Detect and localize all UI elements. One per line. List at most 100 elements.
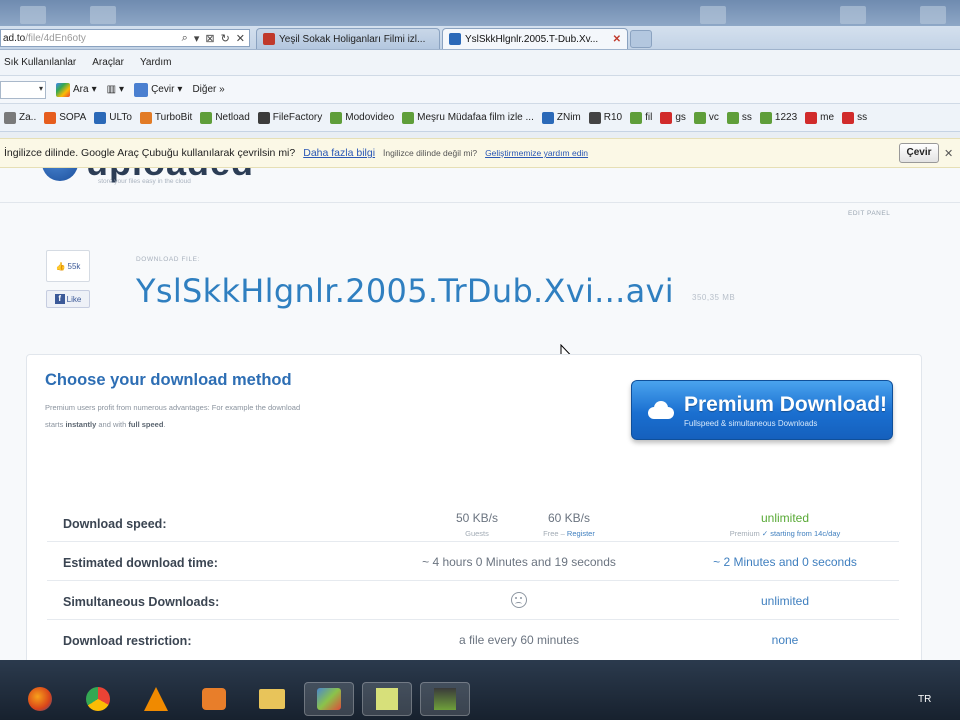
bookmark-favicon-icon (257, 111, 270, 124)
premium-simultaneous: unlimited (760, 594, 810, 608)
bookmark-label: gs (675, 112, 686, 123)
close-tab-icon[interactable]: ✕ (613, 34, 621, 45)
taskbar-notes[interactable] (362, 682, 412, 716)
compat-icon[interactable]: ⊠ (205, 32, 214, 45)
bookmark-label: vc (708, 112, 719, 123)
taskbar: TR (0, 660, 960, 720)
free-simultaneous (511, 592, 527, 611)
bookmark-favicon-icon (842, 111, 855, 124)
address-url-path: /file/4dEn6oty (25, 32, 86, 44)
bookmark-item[interactable]: gs (660, 111, 686, 124)
address-tab-row: ad.to /file/4dEn6oty ⌕ ▾ ⊠ ↻ ✕ Yeşil Sok… (0, 26, 960, 50)
premium-price-link[interactable]: ✓ starting from 14c/day (762, 529, 840, 538)
chevron-down-icon[interactable]: ▾ (39, 84, 43, 93)
chevron-down-icon[interactable]: ▾ (92, 84, 97, 95)
bookmark-favicon-icon (200, 111, 213, 124)
bookmark-item[interactable]: ss (726, 111, 752, 124)
refresh-icon[interactable]: ↻ (221, 32, 230, 45)
google-search-input[interactable]: ▾ (0, 80, 46, 99)
search-icon[interactable]: ⌕ (182, 32, 188, 45)
bookmark-item[interactable]: 1223 (759, 111, 797, 124)
bookmark-item[interactable]: TurboBit (139, 111, 192, 124)
bookmark-item[interactable]: Za.. (4, 111, 36, 124)
taskbar-app[interactable] (304, 682, 354, 716)
close-icon[interactable]: ✕ (944, 147, 953, 160)
taskbar-vlc[interactable] (136, 682, 176, 716)
file-name: YslSkkHlgnlr.2005.TrDub.Xvi...avi (136, 272, 674, 310)
taskbar-explorer[interactable] (252, 682, 292, 716)
notes-icon (376, 688, 398, 710)
guest-speed: 50 KB/s Guests (456, 511, 498, 538)
bookmark-favicon-icon (541, 111, 554, 124)
facebook-like-button[interactable]: f Like (46, 290, 90, 308)
google-search-button[interactable]: Ara ▾ (56, 82, 97, 97)
like-count-box[interactable]: 👍 55k (46, 250, 90, 282)
free-speed-value: 60 KB/s (547, 511, 591, 525)
chevron-down-icon[interactable]: ▾ (119, 84, 124, 95)
bookmark-item[interactable]: SOPA (44, 111, 86, 124)
dropdown-icon[interactable]: ▾ (194, 32, 200, 45)
taskbar-firefox[interactable] (20, 682, 60, 716)
chevron-down-icon[interactable]: ▾ (177, 84, 182, 95)
help-improve-link[interactable]: Geliştirmemize yardım edin (485, 148, 588, 158)
table-row: Simultaneous Downloads: unlimited (47, 581, 899, 620)
window-top-strip (0, 0, 960, 26)
stop-icon[interactable]: ✕ (236, 32, 245, 45)
address-bar[interactable]: ad.to /file/4dEn6oty ⌕ ▾ ⊠ ↻ ✕ (0, 29, 250, 47)
bookmark-label: ss (857, 112, 868, 123)
register-link[interactable]: Register (567, 529, 595, 538)
premium-restriction: none (771, 633, 799, 647)
bookmark-item[interactable]: R10 (588, 111, 622, 124)
menu-favorites[interactable]: Sık Kullanılanlar (4, 57, 76, 68)
bookmark-item[interactable]: me (805, 111, 834, 124)
edit-panel-link[interactable]: EDIT PANEL (848, 210, 890, 217)
bookmark-favicon-icon (330, 111, 343, 124)
download-method-panel: Choose your download method Premium user… (26, 354, 922, 660)
tab-label: YslSkkHlgnlr.2005.T-Dub.Xv... (465, 33, 599, 45)
site-logo[interactable]: uploaded store your files easy in the cl… (42, 168, 254, 185)
bookmark-item[interactable]: fil (630, 111, 652, 124)
translate-page-button[interactable]: Çevir (899, 143, 939, 163)
taskbar-chrome[interactable] (78, 682, 118, 716)
taskbar-app2[interactable] (420, 682, 470, 716)
bookmark-item[interactable]: Modovideo (330, 111, 395, 124)
taskbar-media-player[interactable] (194, 682, 234, 716)
bookmark-item[interactable]: ss (842, 111, 868, 124)
bookmark-favicon-icon (94, 111, 107, 124)
bookmark-item[interactable]: FileFactory (257, 111, 322, 124)
bookmark-item[interactable]: Meşru Müdafaa film izle ... (402, 111, 534, 124)
desktop-icon (920, 6, 946, 24)
translate-icon (134, 82, 149, 97)
bookmark-item[interactable]: Netload (200, 111, 250, 124)
premium-download-time: ~ 2 Minutes and 0 seconds (713, 555, 857, 569)
app-icon (317, 688, 341, 710)
bookmark-item[interactable]: ULTo (94, 111, 132, 124)
chrome-icon (86, 687, 110, 711)
language-indicator[interactable]: TR (918, 694, 931, 705)
like-count: 55k (67, 261, 81, 271)
row-label: Estimated download time: (63, 556, 218, 570)
tab-holigans[interactable]: Yeşil Sokak Holiganları Filmi izl... (256, 28, 440, 49)
google-toolbar: ▾ Ara ▾ ▥ ▾ Çevir ▾ Diğer » (0, 76, 960, 104)
desktop-icon (20, 6, 46, 24)
new-tab-button[interactable] (630, 30, 652, 48)
more-info-link[interactable]: Daha fazla bilgi (303, 147, 375, 159)
sad-face-icon (511, 592, 527, 608)
menu-help[interactable]: Yardım (140, 57, 172, 68)
more-button[interactable]: Diğer » (192, 84, 224, 95)
vlc-icon (144, 687, 168, 711)
facebook-icon: f (54, 294, 65, 304)
bookmarks-bar: Za.. SOPA ULTo TurboBit Netload FileFactory Mo… (0, 104, 960, 132)
bookmark-label: Modovideo (345, 112, 395, 123)
premium-download-button[interactable]: Premium Download! Fullspeed & simultaneo… (631, 380, 893, 440)
bookmark-item[interactable]: vc (693, 111, 719, 124)
search-button-label: Ara (73, 84, 89, 95)
bookmark-item[interactable]: ZNim (541, 111, 581, 124)
bookmark-favicon-icon (630, 111, 643, 124)
tab-uploaded[interactable]: YslSkkHlgnlr.2005.T-Dub.Xv... ✕ (442, 28, 628, 49)
bookmark-favicon-icon (805, 111, 818, 124)
grid-button[interactable]: ▥ ▾ (107, 84, 124, 95)
translate-button[interactable]: Çevir ▾ (134, 82, 182, 97)
menu-tools[interactable]: Araçlar (92, 57, 124, 68)
bookmark-label: Netload (215, 112, 250, 123)
